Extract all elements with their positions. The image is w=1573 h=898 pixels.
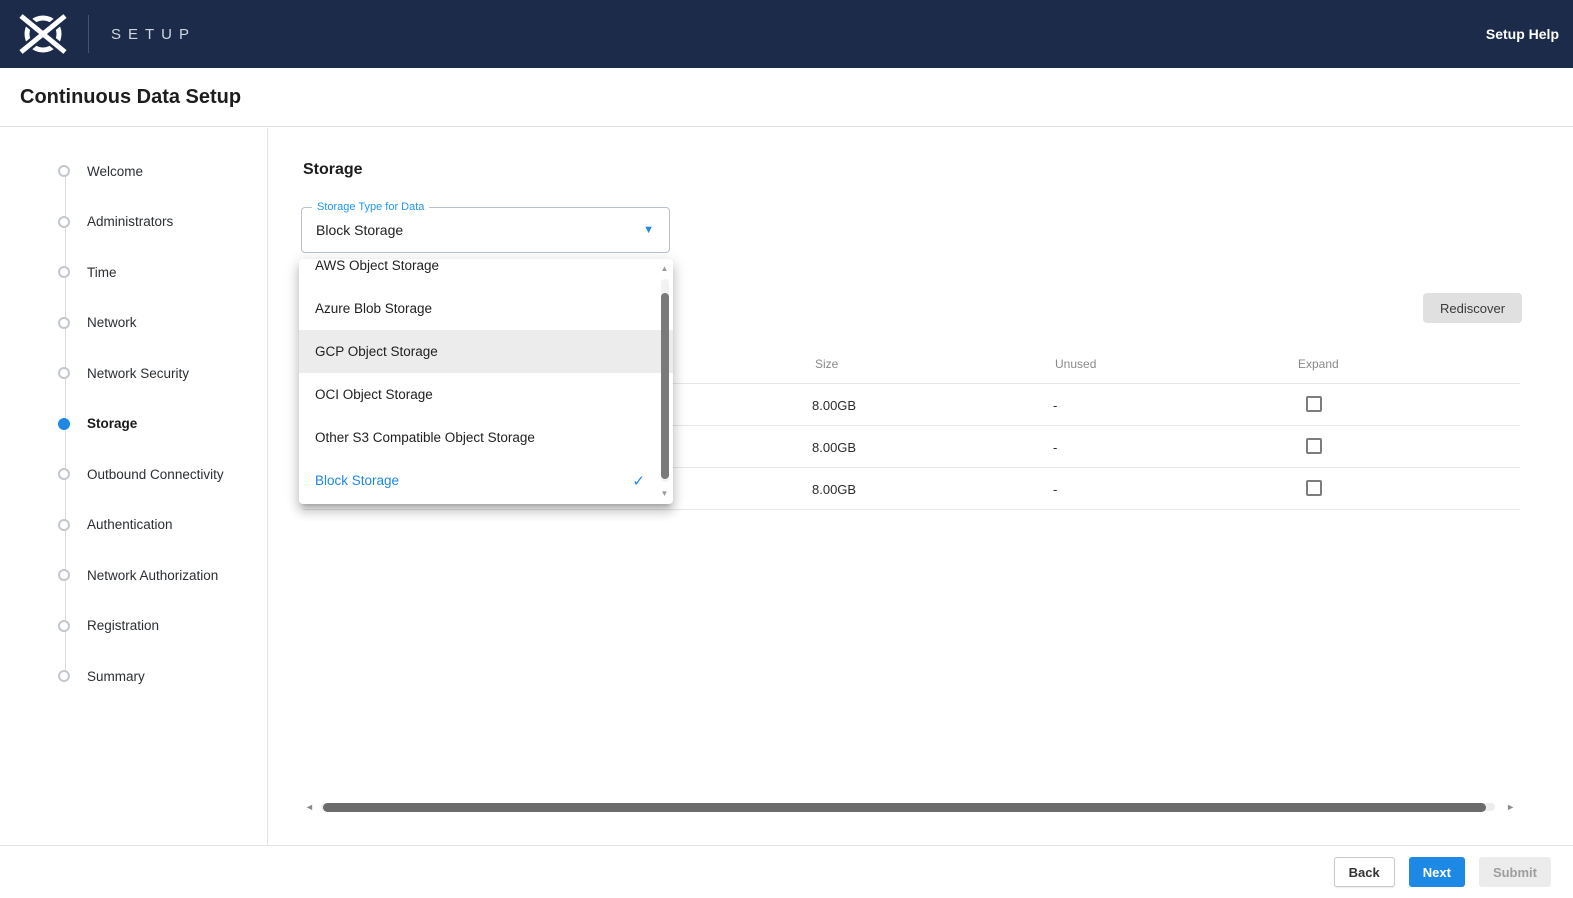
dropdown-option-aws-object-storage[interactable]: AWS Object Storage — [299, 259, 673, 287]
dropdown-option-oci-object-storage[interactable]: OCI Object Storage — [299, 373, 673, 416]
step-circle-icon — [58, 367, 70, 379]
check-icon: ✓ — [632, 472, 645, 490]
step-label: Storage — [87, 416, 137, 431]
dropdown-scrollbar[interactable]: ▲ ▼ — [657, 259, 672, 504]
dropdown-option-block-storage[interactable]: Block Storage ✓ — [299, 459, 673, 502]
step-circle-icon — [58, 266, 70, 278]
step-label: Time — [87, 265, 117, 280]
step-circle-icon — [58, 216, 70, 228]
option-label: AWS Object Storage — [315, 259, 439, 273]
column-header-size: Size — [815, 357, 838, 371]
step-label: Administrators — [87, 214, 173, 229]
cell-size: 8.00GB — [812, 440, 856, 455]
section-heading: Storage — [303, 161, 363, 179]
cell-size: 8.00GB — [812, 482, 856, 497]
step-label: Network Security — [87, 366, 189, 381]
expand-checkbox[interactable] — [1306, 396, 1322, 412]
step-circle-icon — [58, 519, 70, 531]
horizontal-scrollbar-thumb[interactable] — [323, 803, 1486, 812]
sidebar-item-network-security[interactable]: Network Security — [0, 348, 267, 399]
step-circle-icon — [58, 569, 70, 581]
sidebar-item-summary[interactable]: Summary — [0, 651, 267, 702]
expand-checkbox[interactable] — [1306, 480, 1322, 496]
page-header: Continuous Data Setup — [0, 68, 1573, 127]
setup-help-link[interactable]: Setup Help — [1486, 26, 1559, 42]
step-label: Outbound Connectivity — [87, 467, 224, 482]
step-label: Authentication — [87, 517, 173, 532]
brand-text: SETUP — [111, 26, 196, 43]
topbar: SETUP Setup Help — [0, 0, 1573, 68]
page-title: Continuous Data Setup — [20, 86, 241, 109]
storage-type-dropdown-menu: AWS Object Storage Azure Blob Storage GC… — [299, 259, 673, 504]
sidebar-item-time[interactable]: Time — [0, 247, 267, 298]
step-circle-icon — [58, 468, 70, 480]
sidebar-item-network-authorization[interactable]: Network Authorization — [0, 550, 267, 601]
scroll-up-icon[interactable]: ▲ — [659, 264, 670, 274]
dropdown-option-gcp-object-storage[interactable]: GCP Object Storage — [299, 330, 673, 373]
sidebar-item-storage[interactable]: Storage — [0, 399, 267, 450]
cell-unused: - — [1053, 482, 1057, 497]
option-label: OCI Object Storage — [315, 387, 433, 402]
sidebar-item-network[interactable]: Network — [0, 298, 267, 349]
footer-bar: Back Next Submit — [0, 845, 1573, 898]
dropdown-option-list: AWS Object Storage Azure Blob Storage GC… — [299, 259, 673, 502]
sidebar-item-registration[interactable]: Registration — [0, 601, 267, 652]
scroll-down-icon[interactable]: ▼ — [659, 489, 670, 499]
step-circle-icon — [58, 317, 70, 329]
sidebar-item-administrators[interactable]: Administrators — [0, 197, 267, 248]
dropdown-option-azure-blob-storage[interactable]: Azure Blob Storage — [299, 287, 673, 330]
step-label: Network Authorization — [87, 568, 218, 583]
expand-checkbox[interactable] — [1306, 438, 1322, 454]
storage-type-select-label: Storage Type for Data — [312, 200, 429, 214]
option-label: GCP Object Storage — [315, 344, 438, 359]
option-label: Azure Blob Storage — [315, 301, 432, 316]
dropdown-scrollbar-thumb[interactable] — [661, 293, 669, 479]
next-button[interactable]: Next — [1409, 857, 1465, 887]
step-circle-active-icon — [58, 418, 70, 430]
sidebar: Welcome Administrators Time Network Netw… — [0, 128, 268, 845]
sidebar-item-authentication[interactable]: Authentication — [0, 500, 267, 551]
step-circle-icon — [58, 165, 70, 177]
step-circle-icon — [58, 670, 70, 682]
chevron-down-icon[interactable]: ▼ — [643, 224, 654, 236]
step-circle-icon — [58, 620, 70, 632]
submit-button: Submit — [1479, 857, 1551, 887]
step-label: Welcome — [87, 164, 143, 179]
topbar-divider — [88, 15, 89, 53]
main-content: Storage Storage Type for Data Block Stor… — [268, 128, 1573, 845]
scroll-right-icon[interactable]: ► — [1506, 802, 1515, 812]
dropdown-option-other-s3-compatible-object-storage[interactable]: Other S3 Compatible Object Storage — [299, 416, 673, 459]
sidebar-item-outbound-connectivity[interactable]: Outbound Connectivity — [0, 449, 267, 500]
brand-logo-icon — [12, 11, 74, 57]
step-label: Registration — [87, 618, 159, 633]
scroll-left-icon[interactable]: ◄ — [305, 802, 314, 812]
cell-size: 8.00GB — [812, 398, 856, 413]
cell-unused: - — [1053, 440, 1057, 455]
step-label: Network — [87, 315, 137, 330]
rediscover-button[interactable]: Rediscover — [1423, 293, 1522, 323]
cell-unused: - — [1053, 398, 1057, 413]
step-label: Summary — [87, 669, 145, 684]
option-label: Block Storage — [315, 473, 399, 488]
sidebar-item-welcome[interactable]: Welcome — [0, 146, 267, 197]
column-header-expand: Expand — [1298, 357, 1339, 371]
setup-stepper: Welcome Administrators Time Network Netw… — [0, 128, 267, 702]
storage-type-select[interactable]: Storage Type for Data Block Storage ▼ — [301, 207, 670, 253]
horizontal-scrollbar[interactable]: ◄ ► — [303, 800, 1515, 814]
column-header-unused: Unused — [1055, 357, 1096, 371]
back-button[interactable]: Back — [1334, 857, 1395, 887]
storage-type-select-value: Block Storage — [316, 222, 403, 238]
option-label: Other S3 Compatible Object Storage — [315, 430, 535, 445]
